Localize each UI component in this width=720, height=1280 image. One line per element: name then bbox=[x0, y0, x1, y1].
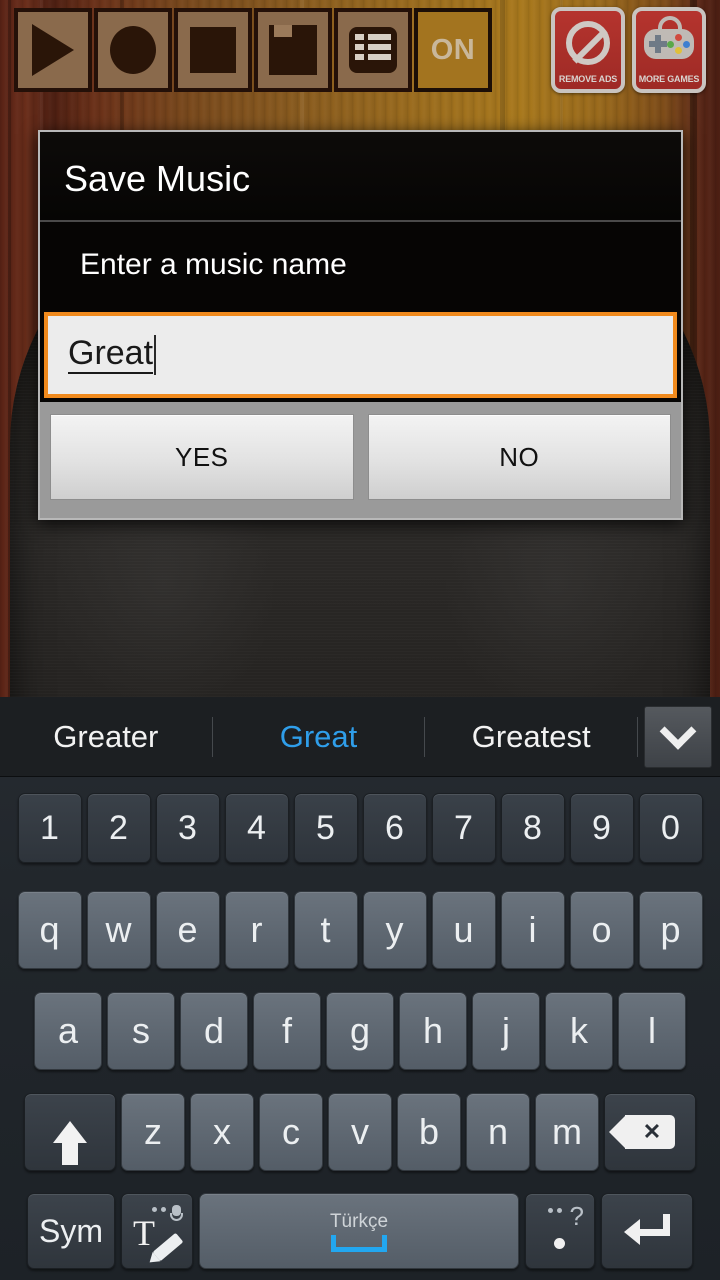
remove-ads-label: REMOVE ADS bbox=[558, 74, 618, 84]
keyboard-row-numbers: 1 2 3 4 5 6 7 8 9 0 bbox=[0, 777, 720, 879]
handwriting-key[interactable]: T bbox=[121, 1193, 193, 1269]
save-button[interactable] bbox=[254, 8, 332, 92]
key-q[interactable]: q bbox=[17, 890, 82, 969]
dialog-message: Enter a music name bbox=[80, 248, 347, 281]
key-1[interactable]: 1 bbox=[17, 793, 82, 863]
remove-ads-button[interactable]: REMOVE ADS bbox=[551, 7, 625, 93]
key-u[interactable]: u bbox=[431, 890, 496, 969]
suggestion-item-0[interactable]: Greater bbox=[0, 719, 212, 755]
list-button[interactable] bbox=[334, 8, 412, 92]
more-games-button[interactable]: MORE GAMES bbox=[632, 7, 706, 93]
key-6[interactable]: 6 bbox=[362, 793, 427, 863]
key-b[interactable]: b bbox=[397, 1092, 461, 1171]
dialog-title-row: Save Music bbox=[40, 132, 681, 222]
key-0[interactable]: 0 bbox=[638, 793, 703, 863]
yes-button[interactable]: YES bbox=[50, 414, 354, 500]
record-button[interactable] bbox=[94, 8, 172, 92]
key-x[interactable]: x bbox=[190, 1092, 254, 1171]
key-z[interactable]: z bbox=[121, 1092, 185, 1171]
key-p[interactable]: p bbox=[638, 890, 703, 969]
dialog-title: Save Music bbox=[64, 158, 251, 199]
key-5[interactable]: 5 bbox=[293, 793, 358, 863]
keyboard-row-3: z x c v b n m ✕ bbox=[0, 1081, 720, 1182]
key-7[interactable]: 7 bbox=[431, 793, 496, 863]
key-o[interactable]: o bbox=[569, 890, 634, 969]
key-e[interactable]: e bbox=[155, 890, 220, 969]
keyboard-row-1: q w e r t y u i o p bbox=[0, 879, 720, 980]
suggestion-item-1[interactable]: Great bbox=[213, 719, 425, 755]
screen-root: ON REMOVE ADS MORE GAMES Save Music Ente… bbox=[0, 0, 720, 1280]
backspace-icon: ✕ bbox=[609, 1114, 675, 1149]
key-a[interactable]: a bbox=[34, 991, 102, 1070]
key-f[interactable]: f bbox=[253, 991, 321, 1070]
save-music-dialog: Save Music Enter a music name Great YES … bbox=[38, 130, 683, 520]
more-games-label: MORE GAMES bbox=[638, 74, 700, 84]
no-ads-icon bbox=[566, 21, 610, 65]
shift-key[interactable] bbox=[24, 1092, 116, 1171]
key-r[interactable]: r bbox=[224, 890, 289, 969]
dialog-message-row: Enter a music name bbox=[40, 222, 681, 312]
on-toggle-label: ON bbox=[430, 33, 476, 66]
space-language-label: Türkçe bbox=[329, 1210, 389, 1232]
text-caret bbox=[154, 335, 157, 375]
key-4[interactable]: 4 bbox=[224, 793, 289, 863]
toolbar: ON REMOVE ADS MORE GAMES bbox=[0, 0, 720, 100]
list-icon bbox=[349, 27, 397, 73]
expand-suggestions-button[interactable] bbox=[644, 705, 713, 768]
play-button[interactable] bbox=[14, 8, 92, 92]
key-h[interactable]: h bbox=[399, 991, 467, 1070]
keyboard-row-functions: Sym T Türkçe ? bbox=[0, 1182, 720, 1280]
key-i[interactable]: i bbox=[500, 890, 565, 969]
key-3[interactable]: 3 bbox=[155, 793, 220, 863]
backspace-key[interactable]: ✕ bbox=[604, 1092, 696, 1171]
space-key[interactable]: Türkçe bbox=[199, 1193, 519, 1269]
keyboard-row-2: a s d f g h j k l bbox=[0, 980, 720, 1081]
onscreen-keyboard: Greater Great Greatest 1 2 3 4 5 6 7 8 9… bbox=[0, 697, 720, 1280]
key-m[interactable]: m bbox=[535, 1092, 599, 1171]
key-y[interactable]: y bbox=[362, 890, 427, 969]
app-background: ON REMOVE ADS MORE GAMES Save Music Ente… bbox=[0, 0, 720, 697]
key-d[interactable]: d bbox=[180, 991, 248, 1070]
dialog-button-row: YES NO bbox=[40, 402, 681, 518]
question-mark-hint: ? bbox=[569, 1201, 584, 1231]
key-w[interactable]: w bbox=[86, 890, 151, 969]
record-icon bbox=[110, 26, 156, 74]
chevron-down-icon bbox=[659, 712, 697, 750]
key-2[interactable]: 2 bbox=[86, 793, 151, 863]
on-toggle-button[interactable]: ON bbox=[414, 8, 492, 92]
key-l[interactable]: l bbox=[618, 991, 686, 1070]
period-icon: ? bbox=[536, 1201, 584, 1256]
key-v[interactable]: v bbox=[328, 1092, 392, 1171]
sym-key[interactable]: Sym bbox=[27, 1193, 115, 1269]
no-button[interactable]: NO bbox=[367, 414, 671, 500]
key-k[interactable]: k bbox=[545, 991, 613, 1070]
play-icon bbox=[32, 24, 74, 76]
music-name-input-value: Great bbox=[68, 335, 154, 375]
key-9[interactable]: 9 bbox=[569, 793, 634, 863]
key-n[interactable]: n bbox=[466, 1092, 530, 1171]
period-key[interactable]: ? bbox=[525, 1193, 595, 1269]
handwriting-mic-icon: T bbox=[131, 1205, 184, 1262]
key-t[interactable]: t bbox=[293, 890, 358, 969]
stop-icon bbox=[190, 27, 236, 73]
enter-icon bbox=[624, 1214, 670, 1248]
key-s[interactable]: s bbox=[107, 991, 175, 1070]
music-name-input[interactable]: Great bbox=[44, 312, 677, 398]
suggestion-bar: Greater Great Greatest bbox=[0, 697, 720, 777]
save-floppy-icon bbox=[269, 25, 317, 75]
key-j[interactable]: j bbox=[472, 991, 540, 1070]
shift-icon bbox=[53, 1120, 87, 1165]
gamepad-icon bbox=[644, 16, 694, 59]
stop-button[interactable] bbox=[174, 8, 252, 92]
suggestion-item-2[interactable]: Greatest bbox=[425, 719, 637, 755]
space-bar-icon bbox=[331, 1234, 387, 1252]
key-c[interactable]: c bbox=[259, 1092, 323, 1171]
enter-key[interactable] bbox=[601, 1193, 693, 1269]
key-8[interactable]: 8 bbox=[500, 793, 565, 863]
key-g[interactable]: g bbox=[326, 991, 394, 1070]
suggestion-divider bbox=[637, 716, 639, 757]
